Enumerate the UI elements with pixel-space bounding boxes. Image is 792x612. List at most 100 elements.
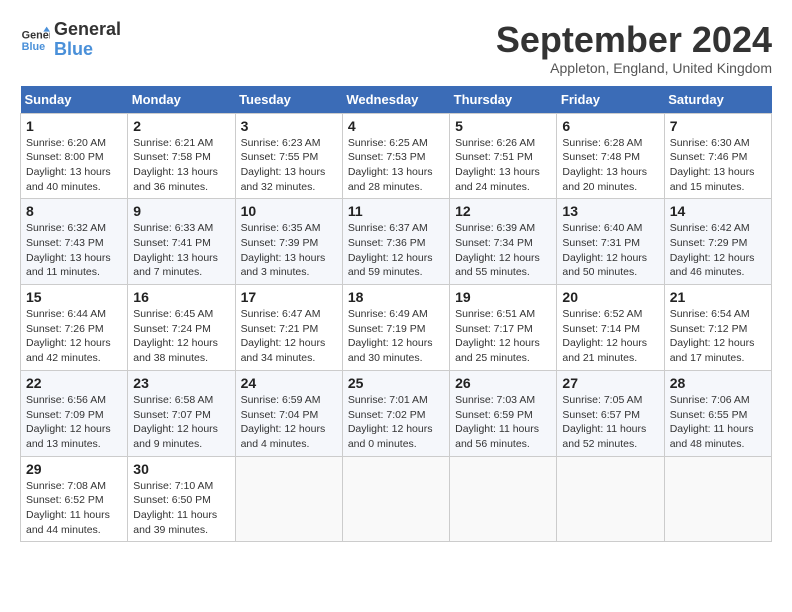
day-number: 30 (133, 461, 229, 477)
calendar-cell: 5 Sunrise: 6:26 AM Sunset: 7:51 PM Dayli… (450, 113, 557, 199)
header-row: Sunday Monday Tuesday Wednesday Thursday… (21, 86, 772, 114)
col-friday: Friday (557, 86, 664, 114)
calendar-cell: 26 Sunrise: 7:03 AM Sunset: 6:59 PM Dayl… (450, 370, 557, 456)
day-number: 29 (26, 461, 122, 477)
calendar-cell: 7 Sunrise: 6:30 AM Sunset: 7:46 PM Dayli… (664, 113, 771, 199)
day-number: 8 (26, 203, 122, 219)
day-number: 27 (562, 375, 658, 391)
day-number: 1 (26, 118, 122, 134)
svg-text:Blue: Blue (22, 41, 45, 53)
day-number: 25 (348, 375, 444, 391)
col-tuesday: Tuesday (235, 86, 342, 114)
logo-text: General Blue (54, 20, 121, 60)
col-saturday: Saturday (664, 86, 771, 114)
calendar-cell: 25 Sunrise: 7:01 AM Sunset: 7:02 PM Dayl… (342, 370, 449, 456)
calendar-cell (664, 456, 771, 542)
day-number: 17 (241, 289, 337, 305)
calendar-cell: 10 Sunrise: 6:35 AM Sunset: 7:39 PM Dayl… (235, 199, 342, 285)
page-header: General Blue General Blue September 2024… (20, 20, 772, 76)
calendar-cell: 28 Sunrise: 7:06 AM Sunset: 6:55 PM Dayl… (664, 370, 771, 456)
day-info: Sunrise: 7:03 AM Sunset: 6:59 PM Dayligh… (455, 393, 551, 452)
calendar-cell (450, 456, 557, 542)
calendar-cell: 1 Sunrise: 6:20 AM Sunset: 8:00 PM Dayli… (21, 113, 128, 199)
day-info: Sunrise: 6:42 AM Sunset: 7:29 PM Dayligh… (670, 221, 766, 280)
day-number: 9 (133, 203, 229, 219)
calendar-week-3: 15 Sunrise: 6:44 AM Sunset: 7:26 PM Dayl… (21, 285, 772, 371)
calendar-cell: 29 Sunrise: 7:08 AM Sunset: 6:52 PM Dayl… (21, 456, 128, 542)
day-info: Sunrise: 6:37 AM Sunset: 7:36 PM Dayligh… (348, 221, 444, 280)
location: Appleton, England, United Kingdom (496, 60, 772, 76)
logo-line1: General (54, 20, 121, 40)
day-number: 10 (241, 203, 337, 219)
day-info: Sunrise: 6:40 AM Sunset: 7:31 PM Dayligh… (562, 221, 658, 280)
day-number: 13 (562, 203, 658, 219)
day-info: Sunrise: 6:58 AM Sunset: 7:07 PM Dayligh… (133, 393, 229, 452)
calendar-cell: 30 Sunrise: 7:10 AM Sunset: 6:50 PM Dayl… (128, 456, 235, 542)
day-number: 23 (133, 375, 229, 391)
day-info: Sunrise: 6:21 AM Sunset: 7:58 PM Dayligh… (133, 136, 229, 195)
day-number: 22 (26, 375, 122, 391)
day-number: 26 (455, 375, 551, 391)
calendar-cell: 16 Sunrise: 6:45 AM Sunset: 7:24 PM Dayl… (128, 285, 235, 371)
day-info: Sunrise: 6:51 AM Sunset: 7:17 PM Dayligh… (455, 307, 551, 366)
day-info: Sunrise: 7:05 AM Sunset: 6:57 PM Dayligh… (562, 393, 658, 452)
calendar-cell (557, 456, 664, 542)
calendar-cell: 24 Sunrise: 6:59 AM Sunset: 7:04 PM Dayl… (235, 370, 342, 456)
day-info: Sunrise: 6:59 AM Sunset: 7:04 PM Dayligh… (241, 393, 337, 452)
day-info: Sunrise: 6:28 AM Sunset: 7:48 PM Dayligh… (562, 136, 658, 195)
day-number: 18 (348, 289, 444, 305)
day-info: Sunrise: 7:06 AM Sunset: 6:55 PM Dayligh… (670, 393, 766, 452)
col-sunday: Sunday (21, 86, 128, 114)
day-info: Sunrise: 6:23 AM Sunset: 7:55 PM Dayligh… (241, 136, 337, 195)
day-info: Sunrise: 6:32 AM Sunset: 7:43 PM Dayligh… (26, 221, 122, 280)
day-number: 3 (241, 118, 337, 134)
calendar-week-2: 8 Sunrise: 6:32 AM Sunset: 7:43 PM Dayli… (21, 199, 772, 285)
day-info: Sunrise: 7:01 AM Sunset: 7:02 PM Dayligh… (348, 393, 444, 452)
logo-line2: Blue (54, 39, 93, 59)
calendar-cell: 3 Sunrise: 6:23 AM Sunset: 7:55 PM Dayli… (235, 113, 342, 199)
day-info: Sunrise: 6:33 AM Sunset: 7:41 PM Dayligh… (133, 221, 229, 280)
calendar-cell: 13 Sunrise: 6:40 AM Sunset: 7:31 PM Dayl… (557, 199, 664, 285)
day-info: Sunrise: 6:44 AM Sunset: 7:26 PM Dayligh… (26, 307, 122, 366)
day-number: 24 (241, 375, 337, 391)
col-monday: Monday (128, 86, 235, 114)
day-info: Sunrise: 7:08 AM Sunset: 6:52 PM Dayligh… (26, 479, 122, 538)
calendar-cell: 23 Sunrise: 6:58 AM Sunset: 7:07 PM Dayl… (128, 370, 235, 456)
day-number: 5 (455, 118, 551, 134)
title-block: September 2024 Appleton, England, United… (496, 20, 772, 76)
day-info: Sunrise: 6:49 AM Sunset: 7:19 PM Dayligh… (348, 307, 444, 366)
calendar-cell: 20 Sunrise: 6:52 AM Sunset: 7:14 PM Dayl… (557, 285, 664, 371)
day-info: Sunrise: 6:56 AM Sunset: 7:09 PM Dayligh… (26, 393, 122, 452)
calendar-cell: 27 Sunrise: 7:05 AM Sunset: 6:57 PM Dayl… (557, 370, 664, 456)
day-number: 11 (348, 203, 444, 219)
calendar-cell (342, 456, 449, 542)
day-info: Sunrise: 6:35 AM Sunset: 7:39 PM Dayligh… (241, 221, 337, 280)
day-number: 12 (455, 203, 551, 219)
calendar-week-1: 1 Sunrise: 6:20 AM Sunset: 8:00 PM Dayli… (21, 113, 772, 199)
day-number: 19 (455, 289, 551, 305)
day-number: 21 (670, 289, 766, 305)
day-info: Sunrise: 6:52 AM Sunset: 7:14 PM Dayligh… (562, 307, 658, 366)
calendar-week-4: 22 Sunrise: 6:56 AM Sunset: 7:09 PM Dayl… (21, 370, 772, 456)
day-info: Sunrise: 6:30 AM Sunset: 7:46 PM Dayligh… (670, 136, 766, 195)
day-info: Sunrise: 6:26 AM Sunset: 7:51 PM Dayligh… (455, 136, 551, 195)
calendar-cell: 15 Sunrise: 6:44 AM Sunset: 7:26 PM Dayl… (21, 285, 128, 371)
logo: General Blue General Blue (20, 20, 121, 60)
day-info: Sunrise: 6:20 AM Sunset: 8:00 PM Dayligh… (26, 136, 122, 195)
day-number: 20 (562, 289, 658, 305)
day-number: 28 (670, 375, 766, 391)
calendar-cell: 21 Sunrise: 6:54 AM Sunset: 7:12 PM Dayl… (664, 285, 771, 371)
calendar-cell: 2 Sunrise: 6:21 AM Sunset: 7:58 PM Dayli… (128, 113, 235, 199)
day-info: Sunrise: 6:45 AM Sunset: 7:24 PM Dayligh… (133, 307, 229, 366)
calendar-cell: 9 Sunrise: 6:33 AM Sunset: 7:41 PM Dayli… (128, 199, 235, 285)
calendar-cell: 8 Sunrise: 6:32 AM Sunset: 7:43 PM Dayli… (21, 199, 128, 285)
calendar-table: Sunday Monday Tuesday Wednesday Thursday… (20, 86, 772, 543)
calendar-cell: 6 Sunrise: 6:28 AM Sunset: 7:48 PM Dayli… (557, 113, 664, 199)
day-number: 7 (670, 118, 766, 134)
logo-icon: General Blue (20, 25, 50, 55)
calendar-cell: 12 Sunrise: 6:39 AM Sunset: 7:34 PM Dayl… (450, 199, 557, 285)
day-number: 4 (348, 118, 444, 134)
day-number: 6 (562, 118, 658, 134)
day-number: 15 (26, 289, 122, 305)
calendar-cell: 4 Sunrise: 6:25 AM Sunset: 7:53 PM Dayli… (342, 113, 449, 199)
